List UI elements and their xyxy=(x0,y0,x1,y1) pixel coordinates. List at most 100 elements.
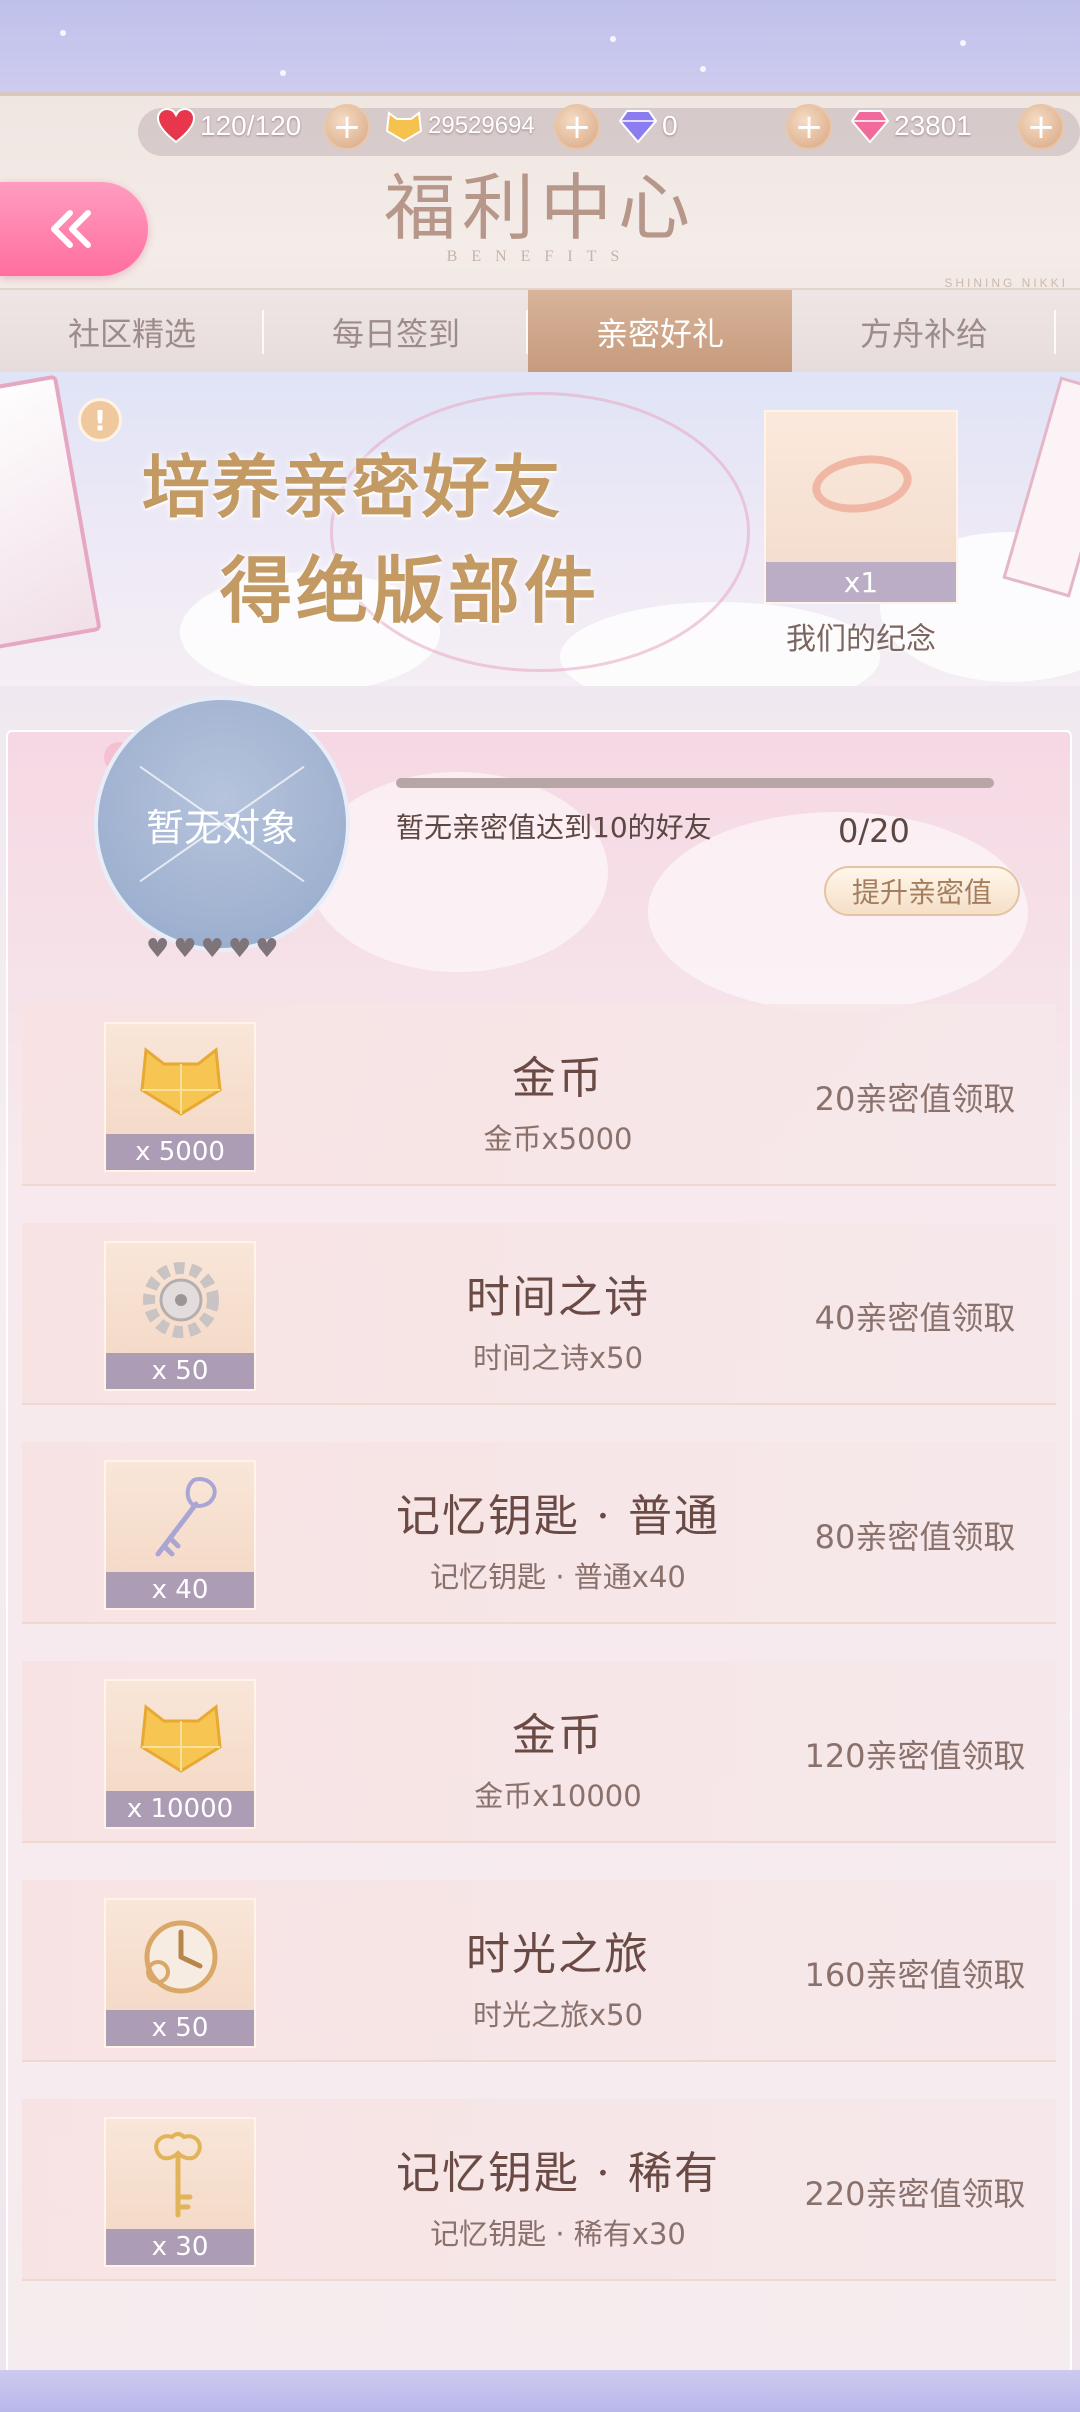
heart-icon: ♥ xyxy=(146,934,170,964)
item-quantity: x 40 xyxy=(106,1572,254,1608)
reward-description: 记忆钥匙 · 稀有x30 xyxy=(430,2217,686,2251)
claim-requirement[interactable]: 120亲密值领取 xyxy=(780,1731,1050,1777)
boost-intimacy-button[interactable]: 提升亲密值 xyxy=(824,866,1020,916)
item-quantity: x 10000 xyxy=(106,1791,254,1827)
stamina-resource: 120/120 xyxy=(156,104,301,148)
pink-diamond-value: 23801 xyxy=(894,110,972,141)
double-chevron-left-icon xyxy=(51,210,91,248)
tab-label: 每日签到 xyxy=(331,315,460,353)
reward-name: 记忆钥匙 · 稀有 xyxy=(396,2148,720,2199)
reward-row[interactable]: x 5000 金币 金币x5000 20亲密值领取 xyxy=(22,1004,1056,1186)
card-decoration xyxy=(1002,376,1080,598)
sparkle xyxy=(700,66,706,72)
claim-requirement[interactable]: 20亲密值领取 xyxy=(780,1074,1050,1120)
diamond-icon xyxy=(618,106,658,146)
promo-banner: ! 培养亲密好友 得绝版部件 x1 我们的纪念 xyxy=(0,372,1080,686)
reward-name: 金币 xyxy=(512,1053,604,1104)
gear-icon xyxy=(136,1257,226,1343)
intimacy-progress-bar xyxy=(396,778,994,788)
reward-row[interactable]: x 10000 金币 金币x10000 120亲密值领取 xyxy=(22,1661,1056,1843)
sparkle xyxy=(960,40,966,46)
item-quantity: x 50 xyxy=(106,1353,254,1389)
sparkle xyxy=(610,36,616,42)
reward-row[interactable]: x 30 记忆钥匙 · 稀有 记忆钥匙 · 稀有x30 220亲密值领取 xyxy=(22,2099,1056,2281)
diamond-value: 0 xyxy=(662,110,678,141)
bottom-band xyxy=(0,2370,1080,2412)
stamina-value: 120/120 xyxy=(200,110,302,141)
heart-icon: ♥ xyxy=(227,934,252,964)
blossom-decoration xyxy=(308,772,608,972)
gold-cat-icon xyxy=(136,1038,226,1124)
gold-resource: 29529694 xyxy=(384,104,535,148)
claim-requirement[interactable]: 220亲密值领取 xyxy=(780,2169,1050,2215)
gold-cat-icon xyxy=(384,106,424,146)
friend-avatar[interactable]: 暂无对象 xyxy=(94,696,350,952)
back-button[interactable] xyxy=(0,182,148,276)
reward-description: 金币x10000 xyxy=(474,1779,642,1813)
reward-name: 时光之旅 xyxy=(466,1929,650,1980)
reward-row[interactable]: x 50 时间之诗 时间之诗x50 40亲密值领取 xyxy=(22,1223,1056,1405)
silver-key-icon xyxy=(136,1476,226,1562)
reward-item-box: x 10000 xyxy=(104,1679,256,1829)
reward-description: 时间之诗x50 xyxy=(472,1341,644,1375)
avatar-placeholder-text: 暂无对象 xyxy=(145,805,298,850)
reward-item-box: x 50 xyxy=(104,1241,256,1391)
reward-name: 金币 xyxy=(512,1710,604,1761)
tab-bar: 社区精选 每日签到 亲密好礼 方舟补给 xyxy=(0,288,1080,374)
clock-icon xyxy=(136,1914,226,2000)
claim-requirement[interactable]: 160亲密值领取 xyxy=(780,1950,1050,1996)
sparkle xyxy=(280,70,286,76)
page-title: 福利中心 xyxy=(383,166,696,250)
page-title-block: 福利中心 BENEFITS xyxy=(340,160,740,280)
tab-ark-supply[interactable]: 方舟补给 xyxy=(792,290,1056,374)
diamond-resource: 0 xyxy=(618,104,678,148)
tab-daily-checkin[interactable]: 每日签到 xyxy=(264,290,528,374)
gold-cat-icon xyxy=(136,1695,226,1781)
reward-description: 金币x5000 xyxy=(483,1122,633,1156)
add-stamina-button[interactable]: + xyxy=(324,104,370,150)
reward-name: 我们的纪念 xyxy=(786,622,936,657)
heart-icon: ♥ xyxy=(200,934,224,964)
heart-icon: ♥ xyxy=(255,934,279,964)
heart-icon xyxy=(156,106,196,146)
reward-item-box: x 40 xyxy=(104,1460,256,1610)
tab-label: 社区精选 xyxy=(67,315,196,353)
tab-intimacy-gift[interactable]: 亲密好礼 xyxy=(528,290,792,374)
progress-label: 暂无亲密值达到10的好友 xyxy=(396,811,712,844)
claim-requirement[interactable]: 40亲密值领取 xyxy=(780,1293,1050,1339)
tab-community[interactable]: 社区精选 xyxy=(0,290,264,374)
banner-headline: 培养亲密好友 xyxy=(142,448,563,528)
reward-description: 时光之旅x50 xyxy=(472,1998,644,2032)
item-quantity: x 5000 xyxy=(106,1134,254,1170)
tab-label: 亲密好礼 xyxy=(595,315,724,353)
exclusive-reward-card[interactable]: x1 xyxy=(764,410,958,604)
reward-quantity: x1 xyxy=(766,562,956,602)
tab-divider xyxy=(1054,310,1056,354)
item-quantity: x 50 xyxy=(106,2010,254,2046)
reward-item-box: x 50 xyxy=(104,1898,256,2048)
claim-requirement[interactable]: 80亲密值领取 xyxy=(780,1512,1050,1558)
intimacy-hearts: ♥ ♥ ♥ ♥ ♥ xyxy=(146,936,279,962)
item-quantity: x 30 xyxy=(106,2229,254,2265)
reward-row[interactable]: x 40 记忆钥匙 · 普通 记忆钥匙 · 普通x40 80亲密值领取 xyxy=(22,1442,1056,1624)
heart-icon: ♥ xyxy=(173,934,197,964)
reward-row[interactable]: x 50 时光之旅 时光之旅x50 160亲密值领取 xyxy=(22,1880,1056,2062)
pink-diamond-icon xyxy=(850,106,890,146)
info-icon[interactable]: ! xyxy=(78,398,122,442)
reward-name: 时间之诗 xyxy=(466,1272,650,1323)
reward-description: 记忆钥匙 · 普通x40 xyxy=(430,1560,686,1594)
reward-item-box: x 30 xyxy=(104,2117,256,2267)
reward-name: 记忆钥匙 · 普通 xyxy=(396,1491,720,1542)
top-status-band xyxy=(0,0,1080,100)
add-gold-button[interactable]: + xyxy=(554,104,600,150)
gold-key-icon xyxy=(136,2132,226,2219)
reward-item-box: x 5000 xyxy=(104,1022,256,1172)
banner-subheadline: 得绝版部件 xyxy=(220,548,601,633)
sparkle xyxy=(60,30,66,36)
progress-count: 0/20 xyxy=(838,812,910,850)
add-pink-diamond-button[interactable]: + xyxy=(1018,104,1064,150)
gold-value: 29529694 xyxy=(428,112,535,139)
pink-diamond-resource: 23801 xyxy=(850,104,972,148)
ring-icon xyxy=(808,449,916,519)
add-diamond-button[interactable]: + xyxy=(786,104,832,150)
